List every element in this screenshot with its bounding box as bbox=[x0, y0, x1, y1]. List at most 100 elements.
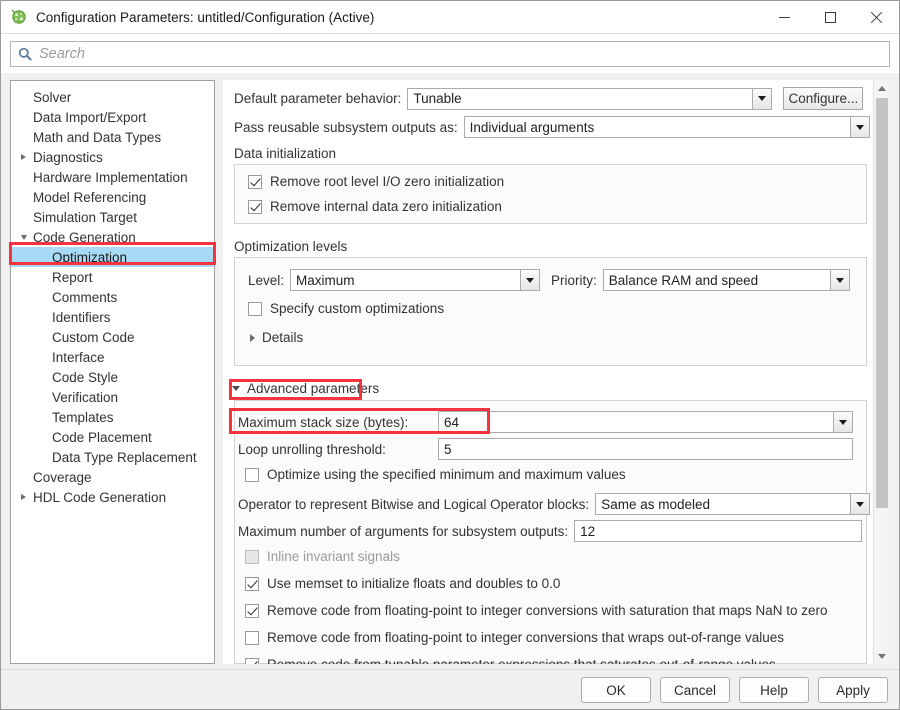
checkbox-box[interactable] bbox=[245, 631, 259, 645]
sidebar-item-code-generation[interactable]: Code Generation bbox=[11, 227, 214, 247]
chevron-down-icon[interactable] bbox=[21, 235, 27, 240]
sidebar-item-hdl-code-generation[interactable]: HDL Code Generation bbox=[11, 487, 214, 507]
chevron-right-icon[interactable] bbox=[21, 494, 26, 500]
checkbox-label: Remove code from floating-point to integ… bbox=[267, 603, 828, 618]
default-parameter-behavior-value: Tunable bbox=[408, 91, 752, 106]
checkbox-remove-code-saturation-nan[interactable]: Remove code from floating-point to integ… bbox=[245, 603, 828, 618]
ok-button[interactable]: OK bbox=[581, 677, 651, 703]
checkbox-box[interactable] bbox=[248, 200, 262, 214]
sidebar-item-label: Comments bbox=[52, 290, 117, 305]
bitwise-operator-combobox[interactable]: Same as modeled bbox=[595, 493, 870, 515]
advanced-parameters-expander[interactable]: Advanced parameters bbox=[232, 381, 379, 396]
checkbox-optimize-using-min-max[interactable]: Optimize using the specified minimum and… bbox=[245, 467, 626, 482]
priority-label: Priority: bbox=[551, 273, 597, 288]
checkbox-box[interactable] bbox=[245, 577, 259, 591]
checkbox-box[interactable] bbox=[245, 604, 259, 618]
sidebar-item-model-referencing[interactable]: Model Referencing bbox=[11, 187, 214, 207]
sidebar-item-report[interactable]: Report bbox=[11, 267, 214, 287]
title-bar: Configuration Parameters: untitled/Confi… bbox=[1, 1, 899, 33]
checkbox-remove-code-wraps-out-of-range[interactable]: Remove code from floating-point to integ… bbox=[245, 630, 784, 645]
maximize-icon bbox=[825, 12, 836, 23]
sidebar-item-optimization[interactable]: Optimization bbox=[11, 247, 214, 267]
sidebar-item-hardware-implementation[interactable]: Hardware Implementation bbox=[11, 167, 214, 187]
checkbox-remove-root-level-io-zero-init[interactable]: Remove root level I/O zero initializatio… bbox=[248, 174, 504, 189]
level-value: Maximum bbox=[291, 273, 520, 288]
advanced-parameters-group: Maximum stack size (bytes): 64 Loop unro… bbox=[234, 400, 867, 664]
loop-unrolling-threshold-label: Loop unrolling threshold: bbox=[238, 442, 438, 457]
maximum-arguments-label: Maximum number of arguments for subsyste… bbox=[238, 524, 568, 539]
checkbox-specify-custom-optimizations[interactable]: Specify custom optimizations bbox=[248, 301, 444, 316]
settings-tree[interactable]: SolverData Import/ExportMath and Data Ty… bbox=[10, 80, 215, 664]
sidebar-item-interface[interactable]: Interface bbox=[11, 347, 214, 367]
sidebar-item-verification[interactable]: Verification bbox=[11, 387, 214, 407]
checkbox-box[interactable] bbox=[245, 658, 259, 665]
scrollbar-thumb[interactable] bbox=[876, 98, 888, 508]
close-button[interactable] bbox=[853, 1, 899, 33]
sidebar-item-label: Custom Code bbox=[52, 330, 135, 345]
chevron-down-icon bbox=[232, 386, 240, 391]
sidebar-item-templates[interactable]: Templates bbox=[11, 407, 214, 427]
chevron-right-icon[interactable] bbox=[21, 154, 26, 160]
sidebar-item-comments[interactable]: Comments bbox=[11, 287, 214, 307]
maximum-stack-size-label: Maximum stack size (bytes): bbox=[238, 415, 438, 430]
checkbox-label: Remove root level I/O zero initializatio… bbox=[270, 174, 504, 189]
optimization-level-row: Level: Maximum Priority: Balance RAM and… bbox=[248, 269, 850, 291]
priority-combobox[interactable]: Balance RAM and speed bbox=[603, 269, 850, 291]
cancel-button[interactable]: Cancel bbox=[660, 677, 730, 703]
default-parameter-behavior-label: Default parameter behavior: bbox=[234, 91, 401, 106]
sidebar-item-diagnostics[interactable]: Diagnostics bbox=[11, 147, 214, 167]
loop-unrolling-threshold-input[interactable]: 5 bbox=[438, 438, 853, 460]
checkbox-box[interactable] bbox=[248, 302, 262, 316]
content-scrollbar[interactable] bbox=[873, 80, 889, 664]
sidebar-item-label: Interface bbox=[52, 350, 105, 365]
chevron-down-icon[interactable] bbox=[833, 412, 852, 432]
pass-reusable-combobox[interactable]: Individual arguments bbox=[464, 116, 870, 138]
checkbox-remove-internal-data-zero-init[interactable]: Remove internal data zero initialization bbox=[248, 199, 502, 214]
maximum-arguments-input[interactable]: 12 bbox=[574, 520, 862, 542]
sidebar-item-custom-code[interactable]: Custom Code bbox=[11, 327, 214, 347]
data-initialization-title: Data initialization bbox=[234, 146, 336, 161]
scroll-up-button[interactable] bbox=[874, 80, 890, 96]
checkbox-box[interactable] bbox=[248, 175, 262, 189]
maximize-button[interactable] bbox=[807, 1, 853, 33]
sidebar-item-simulation-target[interactable]: Simulation Target bbox=[11, 207, 214, 227]
checkbox-use-memset[interactable]: Use memset to initialize floats and doub… bbox=[245, 576, 560, 591]
chevron-down-icon[interactable] bbox=[752, 89, 771, 109]
sidebar-item-label: Simulation Target bbox=[33, 210, 137, 225]
sidebar-item-label: Report bbox=[52, 270, 93, 285]
sidebar-item-math-and-data-types[interactable]: Math and Data Types bbox=[11, 127, 214, 147]
sidebar-item-label: Hardware Implementation bbox=[33, 170, 188, 185]
scroll-down-button[interactable] bbox=[874, 648, 890, 664]
details-expander[interactable]: Details bbox=[250, 330, 303, 345]
checkbox-remove-code-tunable-parameter[interactable]: Remove code from tunable parameter expre… bbox=[245, 657, 776, 664]
search-input[interactable]: Search bbox=[10, 41, 890, 67]
window-controls bbox=[761, 1, 899, 33]
chevron-down-icon[interactable] bbox=[850, 117, 869, 137]
sidebar-item-data-import-export[interactable]: Data Import/Export bbox=[11, 107, 214, 127]
chevron-down-icon[interactable] bbox=[830, 270, 849, 290]
configure-button[interactable]: Configure... bbox=[783, 87, 863, 110]
level-combobox[interactable]: Maximum bbox=[290, 269, 540, 291]
sidebar-item-label: HDL Code Generation bbox=[33, 490, 166, 505]
sidebar-item-identifiers[interactable]: Identifiers bbox=[11, 307, 214, 327]
sidebar-item-coverage[interactable]: Coverage bbox=[11, 467, 214, 487]
sidebar-item-label: Identifiers bbox=[52, 310, 111, 325]
checkbox-label: Remove code from tunable parameter expre… bbox=[267, 657, 776, 664]
dialog-footer: OK Cancel Help Apply bbox=[1, 669, 899, 709]
default-parameter-behavior-combobox[interactable]: Tunable bbox=[407, 88, 772, 110]
apply-button[interactable]: Apply bbox=[818, 677, 888, 703]
configuration-parameters-dialog: Configuration Parameters: untitled/Confi… bbox=[0, 0, 900, 710]
sidebar-item-data-type-replacement[interactable]: Data Type Replacement bbox=[11, 447, 214, 467]
help-button[interactable]: Help bbox=[739, 677, 809, 703]
maximum-stack-size-combobox[interactable]: 64 bbox=[438, 411, 853, 433]
sidebar-item-code-placement[interactable]: Code Placement bbox=[11, 427, 214, 447]
minimize-button[interactable] bbox=[761, 1, 807, 33]
sidebar-item-solver[interactable]: Solver bbox=[11, 87, 214, 107]
data-initialization-group: Remove root level I/O zero initializatio… bbox=[234, 164, 867, 224]
chevron-down-icon[interactable] bbox=[520, 270, 539, 290]
chevron-down-icon[interactable] bbox=[850, 494, 869, 514]
checkbox-label: Remove internal data zero initialization bbox=[270, 199, 502, 214]
checkbox-box[interactable] bbox=[245, 468, 259, 482]
search-bar: Search bbox=[1, 33, 899, 73]
sidebar-item-code-style[interactable]: Code Style bbox=[11, 367, 214, 387]
